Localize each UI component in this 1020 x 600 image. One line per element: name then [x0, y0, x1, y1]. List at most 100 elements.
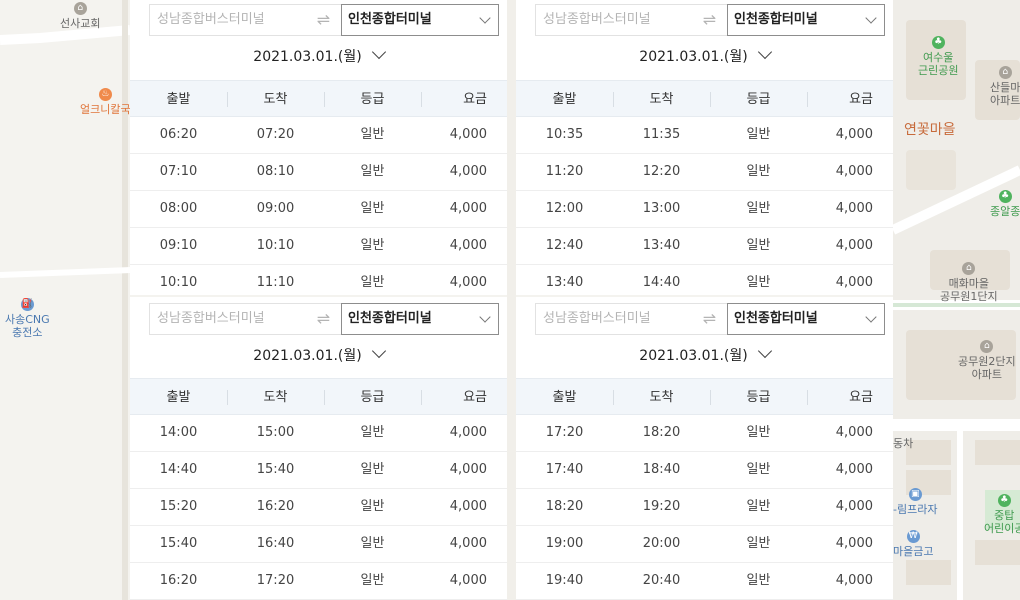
- departure-input[interactable]: 성남종합버스터미널: [149, 303, 306, 335]
- chevron-down-icon: [371, 343, 386, 359]
- arrival-time: 08:10: [256, 164, 295, 179]
- departure-input[interactable]: 성남종합버스터미널: [149, 4, 306, 36]
- arrival-time: 17:20: [256, 573, 295, 588]
- table-row[interactable]: 19:00 20:00 일반 4,000: [516, 526, 893, 563]
- arrival-time: 16:40: [256, 536, 295, 551]
- grade: 일반: [360, 164, 385, 179]
- column-header-fare: 요금: [463, 390, 487, 405]
- station-poi[interactable]: ♣ 종알종: [990, 190, 1020, 218]
- departure-time: 06:20: [159, 127, 198, 142]
- table-row[interactable]: 17:20 18:20 일반 4,000: [516, 415, 893, 452]
- column-header-departure: 출발: [552, 390, 577, 405]
- kindergarten-poi[interactable]: ♣ 중탑 어린이공: [984, 494, 1020, 535]
- departure-time: 12:00: [545, 201, 584, 216]
- park-icon: ♣: [931, 36, 945, 49]
- grade: 일반: [360, 462, 385, 477]
- table-row[interactable]: 07:10 08:10 일반 4,000: [130, 154, 507, 191]
- arrival-time: 11:10: [256, 275, 295, 290]
- table-header: 출발 도착 등급 요금: [130, 80, 507, 117]
- table-row[interactable]: 09:10 10:10 일반 4,000: [130, 228, 507, 265]
- swap-icon[interactable]: ⇌: [306, 4, 341, 36]
- table-body: 17:20 18:20 일반 4,000 17:40 18:40 일반 4,00…: [516, 415, 893, 600]
- date-selector[interactable]: 2021.03.01.(월): [130, 343, 507, 365]
- departure-input[interactable]: 성남종합버스터미널: [535, 303, 692, 335]
- table-row[interactable]: 11:20 12:20 일반 4,000: [516, 154, 893, 191]
- swap-icon[interactable]: ⇌: [692, 303, 727, 335]
- grade: 일반: [746, 201, 771, 216]
- table-row[interactable]: 06:20 07:20 일반 4,000: [130, 117, 507, 154]
- chevron-down-icon: [865, 12, 877, 24]
- date-selector[interactable]: 2021.03.01.(월): [130, 44, 507, 66]
- arrival-select[interactable]: 인천종합터미널: [727, 4, 885, 36]
- table-body: 14:00 15:00 일반 4,000 14:40 15:40 일반 4,00…: [130, 415, 507, 600]
- column-header-arrival: 도착: [263, 92, 288, 107]
- chevron-down-icon: [371, 44, 386, 60]
- church-icon: ⌂: [73, 2, 87, 15]
- grade: 일반: [746, 275, 771, 290]
- date-selector[interactable]: 2021.03.01.(월): [516, 44, 893, 66]
- departure-time: 18:20: [545, 499, 584, 514]
- column-header-grade: 등급: [746, 92, 771, 107]
- table-row[interactable]: 15:20 16:20 일반 4,000: [130, 489, 507, 526]
- route-selector: 성남종합버스터미널 ⇌ 인천종합터미널: [149, 303, 499, 335]
- column-header-departure: 출발: [166, 390, 191, 405]
- table-row[interactable]: 15:40 16:40 일반 4,000: [130, 526, 507, 563]
- departure-time: 14:00: [159, 425, 198, 440]
- arrival-select[interactable]: 인천종합터미널: [727, 303, 885, 335]
- table-row[interactable]: 17:40 18:40 일반 4,000: [516, 452, 893, 489]
- timetable-panel-2: 성남종합버스터미널 ⇌ 인천종합터미널 2021.03.01.(월) 출발 도착…: [516, 0, 893, 295]
- table-row[interactable]: 14:00 15:00 일반 4,000: [130, 415, 507, 452]
- departure-time: 11:20: [545, 164, 584, 179]
- maehwa-apartment-poi[interactable]: ⌂ 매화마을 공무원1단지: [940, 262, 998, 303]
- arrival-select[interactable]: 인천종합터미널: [341, 303, 499, 335]
- table-row[interactable]: 12:00 13:00 일반 4,000: [516, 191, 893, 228]
- grade: 일반: [360, 573, 385, 588]
- grade: 일반: [360, 499, 385, 514]
- apartment-poi-1[interactable]: ⌂ 산들마 아파트: [990, 66, 1020, 107]
- table-row[interactable]: 10:10 11:10 일반 4,000: [130, 265, 507, 295]
- cng-station-poi[interactable]: ⛽ 사송CNG 충전소: [5, 298, 50, 339]
- school-icon: ♣: [997, 494, 1011, 507]
- table-row[interactable]: 12:40 13:40 일반 4,000: [516, 228, 893, 265]
- arrival-time: 13:00: [642, 201, 681, 216]
- chevron-down-icon: [479, 311, 491, 323]
- park-poi[interactable]: ♣ 여수울 근린공원: [918, 36, 958, 77]
- fare: 4,000: [449, 536, 487, 551]
- apartment-icon: ⌂: [962, 262, 976, 275]
- table-row[interactable]: 14:40 15:40 일반 4,000: [130, 452, 507, 489]
- table-header: 출발 도착 등급 요금: [516, 378, 893, 415]
- column-header-departure: 출발: [166, 92, 191, 107]
- arrival-select[interactable]: 인천종합터미널: [341, 4, 499, 36]
- bus-company-label[interactable]: 동차: [893, 437, 913, 450]
- arrival-time: 16:20: [256, 499, 295, 514]
- swap-icon[interactable]: ⇌: [306, 303, 341, 335]
- village-label: 연꽃마을: [904, 122, 956, 138]
- departure-time: 14:40: [159, 462, 198, 477]
- table-row[interactable]: 18:20 19:20 일반 4,000: [516, 489, 893, 526]
- apartment-poi-2[interactable]: ⌂ 공무원2단지 아파트: [958, 340, 1016, 381]
- departure-time: 12:40: [545, 238, 584, 253]
- arrival-time: 12:20: [642, 164, 681, 179]
- gas-station-icon: ⛽: [20, 298, 34, 311]
- timetable-panel-3: 성남종합버스터미널 ⇌ 인천종합터미널 2021.03.01.(월) 출발 도착…: [130, 297, 507, 600]
- restaurant-poi[interactable]: ♨ 얼크니칼국: [80, 88, 131, 116]
- table-row[interactable]: 13:40 14:40 일반 4,000: [516, 265, 893, 295]
- fare: 4,000: [835, 573, 873, 588]
- fare: 4,000: [449, 127, 487, 142]
- arrival-value: 인천종합터미널: [734, 311, 818, 326]
- church-poi[interactable]: ⌂ 선사교회: [60, 2, 100, 30]
- arrival-time: 19:20: [642, 499, 681, 514]
- table-row[interactable]: 19:40 20:40 일반 4,000: [516, 563, 893, 600]
- table-row[interactable]: 08:00 09:00 일반 4,000: [130, 191, 507, 228]
- table-row[interactable]: 10:35 11:35 일반 4,000: [516, 117, 893, 154]
- date-value: 2021.03.01.(월): [253, 49, 362, 65]
- departure-time: 16:20: [159, 573, 198, 588]
- departure-input[interactable]: 성남종합버스터미널: [535, 4, 692, 36]
- table-row[interactable]: 16:20 17:20 일반 4,000: [130, 563, 507, 600]
- swap-icon[interactable]: ⇌: [692, 4, 727, 36]
- park-icon: ♣: [998, 190, 1012, 203]
- bank-poi[interactable]: ₩ 마을금고: [893, 530, 933, 558]
- date-selector[interactable]: 2021.03.01.(월): [516, 343, 893, 365]
- arrival-time: 18:20: [642, 425, 681, 440]
- plaza-poi[interactable]: ▣ -림프라자: [893, 488, 937, 516]
